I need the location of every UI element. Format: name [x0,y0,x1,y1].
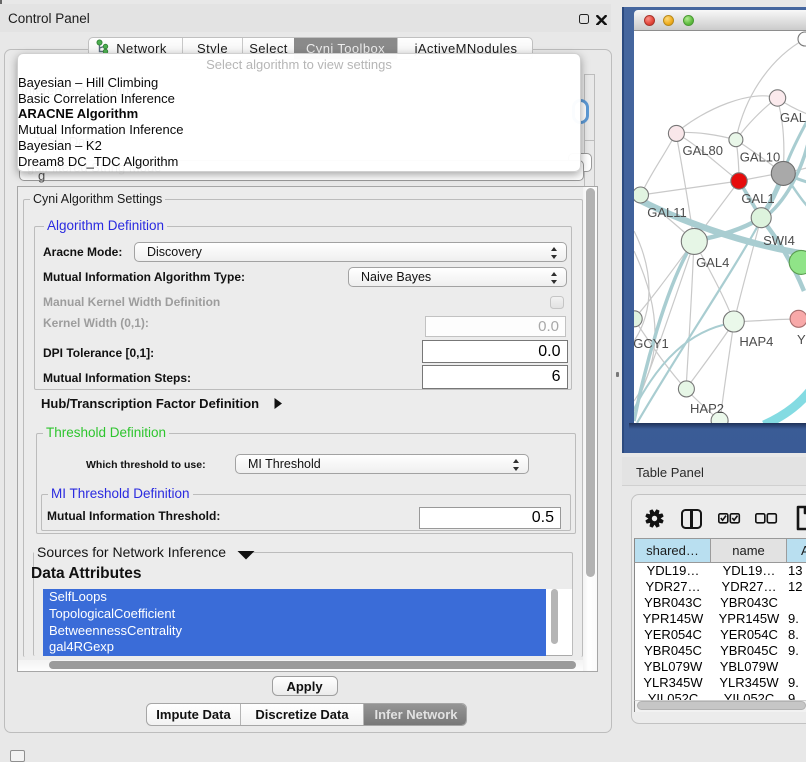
svg-text:HAP2: HAP2 [690,401,724,416]
svg-text:GAL1: GAL1 [780,110,806,125]
svg-text:GAL4: GAL4 [696,255,729,270]
svg-text:Y: Y [797,332,806,347]
svg-text:GAL10: GAL10 [740,150,780,165]
svg-text:GAL11: GAL11 [647,205,687,220]
svg-text:GAL80: GAL80 [682,143,722,158]
svg-text:GCY1: GCY1 [634,336,669,351]
svg-text:SWI4: SWI4 [763,233,795,248]
svg-text:GAL1: GAL1 [741,191,774,206]
svg-text:HAP4: HAP4 [739,334,773,349]
